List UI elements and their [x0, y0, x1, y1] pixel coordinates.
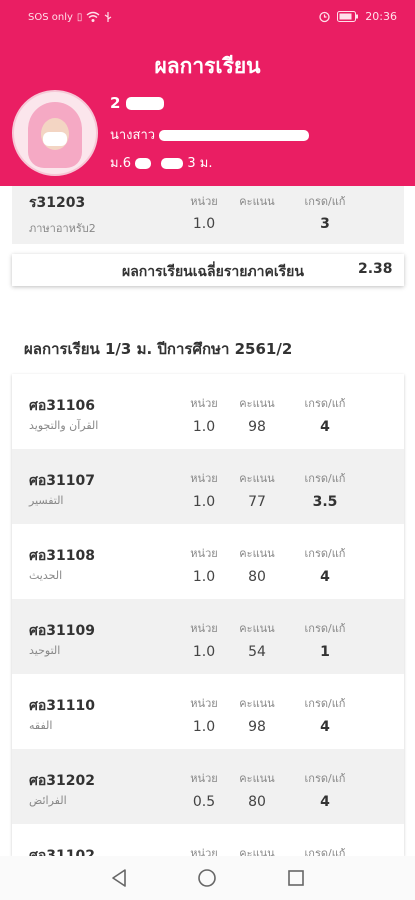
score-value: 77 [248, 494, 266, 510]
grade-header: เกรด/แก้ [304, 397, 346, 410]
course-subtitle: القرآن والتجويد [29, 419, 99, 432]
course-row[interactable]: ศอ31102 หน่วย คะแนน เกรด/แก้ [12, 824, 404, 856]
nav-home-icon[interactable] [197, 868, 217, 888]
grade-value: 3 [320, 216, 330, 232]
status-right: 20:36 [318, 10, 397, 23]
nav-back-icon[interactable] [110, 868, 128, 888]
score-value: 98 [248, 719, 266, 735]
score-header: คะแนน [239, 772, 275, 785]
course-code: ศอ31108 [29, 548, 96, 564]
profile-header: ผลการเรียน 2 นางสาว ม.6 3 ม. [0, 34, 415, 186]
course-row[interactable]: ศอ31202 الفرائض หน่วย คะแนน เกรด/แก้ 0.5… [12, 749, 404, 824]
course-subtitle: الفرائض [29, 794, 67, 807]
class-prefix: ม.6 [110, 156, 131, 171]
grade-header: เกรด/แก้ [304, 847, 346, 856]
nav-recents-icon[interactable] [287, 869, 305, 887]
course-row[interactable]: ร31203 ภาษาอาหรับ2 หน่วย คะแนน เกรด/แก้ … [12, 186, 404, 244]
section-title: ผลการเรียน 1/3 ม. ปีการศึกษา 2561/2 [24, 340, 293, 358]
course-code: ศอ31109 [29, 623, 96, 639]
status-bar: SOS only ▯ 20:36 [0, 0, 415, 34]
clock: 20:36 [365, 10, 397, 23]
unit-header: หน่วย [190, 697, 218, 710]
unit-header: หน่วย [190, 397, 218, 410]
score-value: 54 [248, 644, 266, 660]
grade-header: เกรด/แก้ [304, 472, 346, 485]
course-code: ศอ31106 [29, 398, 96, 414]
sim-icon: ▯ [76, 11, 83, 23]
unit-value: 1.0 [192, 494, 216, 510]
grade-header: เกรด/แก้ [304, 547, 346, 560]
unit-value: 1.0 [192, 569, 216, 585]
system-nav-bar [0, 856, 415, 900]
average-value: 2.38 [358, 261, 393, 277]
course-code: ศอ31110 [29, 698, 96, 714]
course-subtitle: ภาษาอาหรับ2 [29, 222, 96, 235]
score-header: คะแนน [239, 697, 275, 710]
score-header: คะแนน [239, 622, 275, 635]
score-value: 80 [248, 794, 266, 810]
course-code: ศอ31102 [29, 848, 96, 856]
grade-header: เกรด/แก้ [304, 697, 346, 710]
course-row[interactable]: ศอ31109 التوحيد หน่วย คะแนน เกรด/แก้ 1.0… [12, 599, 404, 674]
redaction [135, 158, 152, 169]
course-subtitle: الفقه [29, 719, 53, 732]
student-id-text: 2 [110, 94, 121, 112]
average-label: ผลการเรียนเฉลี่ยรายภาคเรียน [122, 264, 304, 280]
grade-value: 4 [320, 419, 330, 435]
unit-value: 0.5 [192, 794, 216, 810]
unit-header: หน่วย [190, 847, 218, 856]
grade-value: 1 [320, 644, 330, 660]
battery-icon [337, 11, 359, 22]
score-value: 98 [248, 419, 266, 435]
course-code: ศอ31202 [29, 773, 96, 789]
score-header: คะแนน [239, 472, 275, 485]
unit-header: หน่วย [190, 195, 218, 208]
usb-icon [105, 12, 112, 22]
grade-value: 4 [320, 569, 330, 585]
course-row[interactable]: ศอ31108 الحديث หน่วย คะแนน เกรด/แก้ 1.0 … [12, 524, 404, 599]
student-name: นางสาว [110, 124, 310, 145]
course-code: ร31203 [29, 195, 86, 211]
unit-header: หน่วย [190, 772, 218, 785]
course-row[interactable]: ศอ31110 الفقه หน่วย คะแนน เกรด/แก้ 1.0 9… [12, 674, 404, 749]
unit-header: หน่วย [190, 547, 218, 560]
unit-value: 1.0 [192, 216, 216, 232]
grade-header: เกรด/แก้ [304, 622, 346, 635]
avatar [12, 90, 98, 176]
unit-value: 1.0 [192, 719, 216, 735]
grade-header: เกรด/แก้ [304, 772, 346, 785]
grade-value: 4 [320, 794, 330, 810]
score-header: คะแนน [239, 397, 275, 410]
grade-value: 4 [320, 719, 330, 735]
score-value: 80 [248, 569, 266, 585]
grade-header: เกรด/แก้ [304, 195, 346, 208]
wifi-icon [86, 11, 100, 22]
redaction [125, 97, 164, 110]
grade-value: 3.5 [312, 494, 338, 510]
page-title: ผลการเรียน [154, 54, 261, 78]
unit-value: 1.0 [192, 644, 216, 660]
course-code: ศอ31107 [29, 473, 96, 489]
unit-value: 1.0 [192, 419, 216, 435]
student-class: ม.6 3 ม. [110, 152, 213, 173]
semester-average-card: ผลการเรียนเฉลี่ยรายภาคเรียน 2.38 [12, 254, 404, 286]
course-subtitle: الحديث [29, 569, 63, 582]
student-id: 2 [110, 94, 164, 112]
course-subtitle: التفسير [29, 494, 64, 507]
redaction [159, 130, 310, 141]
score-header: คะแนน [239, 195, 275, 208]
unit-header: หน่วย [190, 472, 218, 485]
course-subtitle: التوحيد [29, 644, 61, 657]
class-suffix: 3 ม. [187, 156, 213, 171]
carrier-label: SOS only [28, 11, 73, 23]
redaction [161, 158, 184, 169]
status-left: SOS only ▯ [28, 11, 112, 23]
course-row[interactable]: ศอ31107 التفسير หน่วย คะแนน เกรด/แก้ 1.0… [12, 449, 404, 524]
score-header: คะแนน [239, 847, 275, 856]
unit-header: หน่วย [190, 622, 218, 635]
course-row[interactable]: ศอ31106 القرآن والتجويد หน่วย คะแนน เกรด… [12, 374, 404, 449]
score-header: คะแนน [239, 547, 275, 560]
name-prefix: นางสาว [110, 128, 156, 143]
alarm-icon [319, 11, 330, 23]
